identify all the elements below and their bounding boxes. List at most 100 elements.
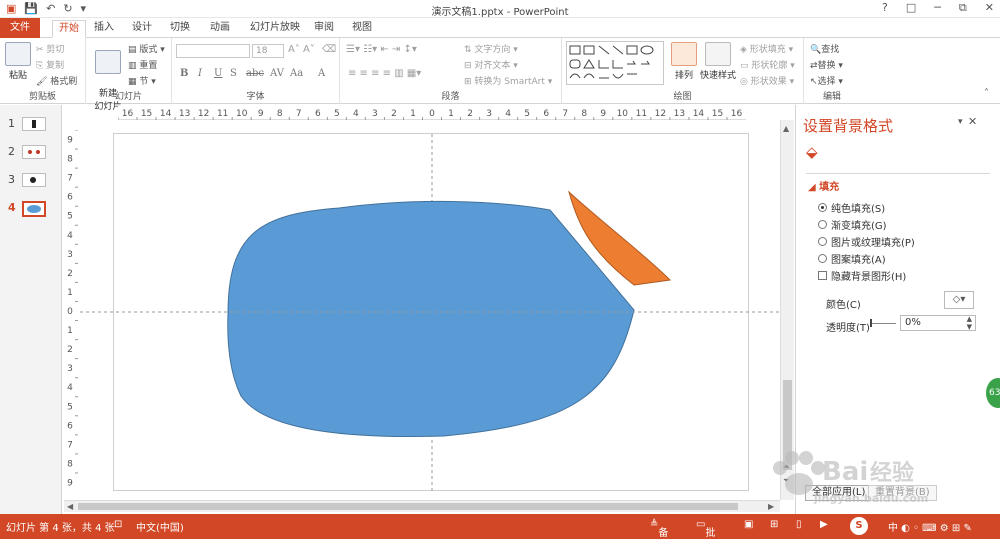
- font-size-combo[interactable]: 18: [252, 44, 284, 58]
- ime-logo-icon[interactable]: S: [850, 517, 868, 535]
- smartart-button[interactable]: ⊞ 转换为 SmartArt ▾: [464, 74, 552, 87]
- italic-button[interactable]: I: [198, 68, 202, 79]
- horizontal-guide[interactable]: [80, 311, 780, 313]
- status-bar: 幻灯片 第 4 张，共 4 张 ⊡ 中文(中国) ≜ 备注 ▭ 批注 ▣ ⊞ ▯…: [0, 514, 1000, 554]
- collapse-ribbon-icon[interactable]: ˄: [984, 88, 989, 99]
- pane-options-icon[interactable]: ▾: [958, 117, 963, 127]
- gradient-fill-option[interactable]: 渐变填充(G): [818, 217, 887, 232]
- tab-review[interactable]: 审阅: [308, 20, 340, 38]
- tab-insert[interactable]: 插入: [88, 20, 120, 38]
- reset-button[interactable]: ▥ 重置: [128, 58, 157, 71]
- tab-home[interactable]: 开始: [52, 20, 86, 38]
- vertical-ruler: 9 8 7 6 5 4 3 2 1 0 1 2 3 4 5 6 7 8 9: [64, 129, 78, 492]
- solid-fill-option[interactable]: 纯色填充(S): [818, 200, 885, 215]
- transparency-input[interactable]: 0% ▲ ▼: [900, 315, 976, 331]
- color-picker-button[interactable]: ◇▾: [944, 291, 974, 309]
- baidu-paw-icon: Bai 经验 jingyan.baidu.com: [773, 451, 928, 505]
- transparency-slider[interactable]: [870, 319, 896, 327]
- format-painter-button[interactable]: 🖌 格式刷: [36, 74, 77, 87]
- char-spacing-button[interactable]: AV: [270, 68, 284, 79]
- font-color-button[interactable]: A: [318, 68, 325, 79]
- notes-button[interactable]: ≜ 备注: [650, 519, 668, 554]
- scroll-left-icon[interactable]: ◀: [67, 502, 73, 511]
- spell-check-icon[interactable]: ⊡: [114, 519, 122, 530]
- replace-label: 替换: [817, 61, 836, 71]
- slide-sorter-icon[interactable]: ⊞: [770, 519, 778, 530]
- horizontal-scrollbar[interactable]: ◀ ▶: [64, 500, 780, 512]
- tab-transitions[interactable]: 切换: [164, 20, 196, 38]
- hide-background-graphics-option[interactable]: 隐藏背景图形(H): [818, 268, 906, 283]
- scroll-up-icon[interactable]: ▲: [783, 124, 789, 133]
- find-button[interactable]: 🔍查找: [810, 42, 839, 55]
- help-button[interactable]: ?: [882, 1, 888, 15]
- tab-animations[interactable]: 动画: [204, 20, 236, 38]
- tab-file[interactable]: 文件: [0, 18, 40, 38]
- arrange-button[interactable]: 排列: [670, 42, 698, 81]
- layout-button[interactable]: ▤ 版式 ▾: [128, 42, 165, 55]
- close-button[interactable]: ✕: [985, 1, 994, 15]
- tab-slideshow[interactable]: 幻灯片放映: [244, 20, 306, 38]
- transparency-slider-handle[interactable]: [870, 319, 872, 327]
- tab-view[interactable]: 视图: [346, 20, 378, 38]
- grow-font-button[interactable]: A˄ A˅: [288, 44, 315, 55]
- pattern-fill-radio[interactable]: [818, 254, 827, 263]
- h-ruler-tick-label: 0: [429, 109, 435, 119]
- slide-thumbnail-2[interactable]: [22, 145, 46, 159]
- clear-format-icon[interactable]: ⌫: [322, 44, 336, 55]
- shapes-gallery[interactable]: [566, 41, 664, 85]
- text-direction-button[interactable]: ⇅ 文字方向 ▾: [464, 42, 518, 55]
- replace-button[interactable]: ⇄替换 ▾: [810, 58, 843, 71]
- section-button[interactable]: ▦ 节 ▾: [128, 74, 156, 87]
- minimize-button[interactable]: ─: [934, 1, 941, 15]
- cut-button[interactable]: ✂ 剪切: [36, 42, 64, 55]
- picture-fill-option[interactable]: 图片或纹理填充(P): [818, 234, 915, 249]
- slide-thumbnail-1[interactable]: [22, 117, 46, 131]
- strikethrough-button[interactable]: abc: [246, 68, 264, 79]
- font-name-combo[interactable]: [176, 44, 250, 58]
- shape-fill-button[interactable]: ◈ 形状填充 ▾: [740, 42, 793, 55]
- spinner-icon[interactable]: ▲ ▼: [967, 315, 972, 331]
- pattern-fill-option[interactable]: 图案填充(A): [818, 251, 886, 266]
- slideshow-view-icon[interactable]: ▶: [820, 519, 828, 530]
- blue-shape[interactable]: [227, 200, 635, 438]
- bullets-button[interactable]: ☰▾ ☷▾ ⇤ ⇥ ↕▾: [346, 44, 417, 55]
- slide-thumbnail-4[interactable]: [22, 201, 46, 217]
- hide-background-graphics-checkbox[interactable]: [818, 271, 827, 280]
- text-direction-label: 文字方向: [474, 45, 511, 55]
- tab-design[interactable]: 设计: [126, 20, 158, 38]
- align-buttons[interactable]: ≡ ≡ ≡ ≡ ▥ ▦▾: [348, 68, 421, 79]
- fill-bucket-icon[interactable]: ⬙: [806, 143, 818, 161]
- comments-button[interactable]: ▭ 批注: [696, 519, 715, 554]
- align-text-button[interactable]: ⊟ 对齐文本 ▾: [464, 58, 518, 71]
- quick-styles-button[interactable]: 快速样式: [700, 42, 736, 81]
- clipboard-group: 粘贴 ✂ 剪切 ⎘ 复制 🖌 格式刷 剪贴板: [0, 38, 86, 104]
- ime-toolbar-icons[interactable]: 中 ◐ ◦ ⌨ ⚙ ⊞ ✎: [888, 519, 972, 534]
- reading-view-icon[interactable]: ▯: [796, 519, 802, 530]
- format-painter-label: 格式刷: [50, 77, 78, 87]
- color-label: 颜色(C): [826, 300, 861, 311]
- ribbon-display-button[interactable]: □: [906, 1, 916, 15]
- shape-outline-button[interactable]: ▭ 形状轮廓 ▾: [740, 58, 795, 71]
- gradient-fill-radio[interactable]: [818, 220, 827, 229]
- horizontal-scroll-thumb[interactable]: [78, 503, 738, 510]
- select-button[interactable]: ↖选择 ▾: [810, 74, 843, 87]
- arrange-icon: [671, 42, 697, 66]
- shape-effects-button[interactable]: ◎ 形状效果 ▾: [740, 74, 794, 87]
- language-indicator[interactable]: 中文(中国): [136, 519, 184, 534]
- fill-section-header[interactable]: ◢ 填充: [808, 178, 839, 193]
- solid-fill-radio[interactable]: [818, 203, 827, 212]
- pane-close-icon[interactable]: ✕: [968, 115, 977, 128]
- new-slide-icon: [95, 50, 121, 74]
- paste-button[interactable]: 粘贴: [4, 42, 32, 81]
- bold-button[interactable]: B: [180, 68, 188, 79]
- change-case-button[interactable]: Aa: [290, 68, 303, 79]
- restore-button[interactable]: ⧉: [959, 1, 967, 15]
- normal-view-icon[interactable]: ▣: [744, 519, 753, 530]
- shapes-gallery-icon: [569, 45, 654, 79]
- shadow-button[interactable]: S: [230, 68, 237, 79]
- slide-thumbnail-3[interactable]: [22, 173, 46, 187]
- underline-button[interactable]: U: [214, 68, 222, 79]
- h-ruler-tick-label: 14: [693, 109, 705, 119]
- copy-button[interactable]: ⎘ 复制: [36, 58, 64, 71]
- picture-fill-radio[interactable]: [818, 237, 827, 246]
